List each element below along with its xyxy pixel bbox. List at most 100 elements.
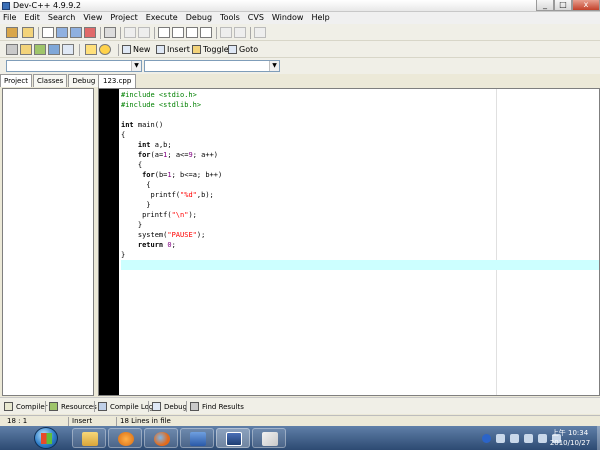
toggle-button[interactable]: Toggle — [192, 43, 229, 56]
find-icon[interactable] — [158, 27, 170, 38]
taskbar-firefox[interactable] — [144, 428, 178, 448]
menu-window[interactable]: Window — [272, 12, 304, 24]
system-clock[interactable]: 上午 10:34 2010/10/27 — [544, 428, 596, 448]
tab-resources[interactable]: Resources — [49, 400, 97, 413]
code-line[interactable]: #include <stdlib.h> — [121, 100, 599, 110]
menu-edit[interactable]: Edit — [24, 12, 40, 24]
tab-compile-log[interactable]: Compile Log — [98, 400, 153, 413]
paint-icon — [262, 432, 278, 446]
save-all-icon[interactable] — [70, 27, 82, 38]
save-icon[interactable] — [56, 27, 68, 38]
display-tray-icon[interactable] — [524, 433, 533, 443]
add-file-icon[interactable] — [34, 44, 46, 55]
status-bar: 18 : 1 Insert 18 Lines in file — [0, 415, 600, 426]
code-line[interactable]: for(b=1; b<=a; b++) — [121, 170, 599, 180]
code-line[interactable]: return 0; — [121, 240, 599, 250]
tab-file-123cpp[interactable]: 123.cpp — [98, 74, 137, 88]
tab-separator — [148, 401, 149, 412]
new-button[interactable]: New — [122, 43, 150, 56]
tab-compiler[interactable]: Compiler — [4, 400, 48, 413]
chevron-down-icon[interactable]: ▼ — [269, 61, 279, 71]
taskbar-explorer[interactable] — [72, 428, 106, 448]
taskbar-paint[interactable] — [252, 428, 286, 448]
chevron-down-icon[interactable]: ▼ — [131, 61, 141, 71]
code-line[interactable]: int a,b; — [121, 140, 599, 150]
code-line[interactable]: { — [121, 180, 599, 190]
open-file-icon[interactable] — [22, 27, 34, 38]
indent-icon[interactable] — [220, 27, 232, 38]
goto-button[interactable]: Goto — [228, 43, 258, 56]
code-line[interactable]: } — [121, 250, 599, 260]
tab-resources-label: Resources — [61, 402, 97, 411]
toolbar-separator — [79, 44, 80, 56]
menu-project[interactable]: Project — [110, 12, 137, 24]
class-combo[interactable]: ▼ — [6, 60, 142, 72]
flag-tray-icon[interactable] — [510, 433, 519, 443]
code-editor[interactable]: #include <stdio.h> #include <stdlib.h> int… — [98, 88, 600, 396]
menu-debug[interactable]: Debug — [186, 12, 212, 24]
compile-icon[interactable] — [254, 27, 266, 38]
tab-find-results[interactable]: Find Results — [190, 400, 244, 413]
find-next-icon[interactable] — [186, 27, 198, 38]
taskbar-media-player[interactable] — [108, 428, 142, 448]
class-browser-icon[interactable] — [20, 44, 32, 55]
replace-icon[interactable] — [172, 27, 184, 38]
check-icon[interactable] — [62, 44, 74, 55]
tab-debug-label: Debug — [164, 402, 188, 411]
new-file-icon[interactable] — [42, 27, 54, 38]
code-line[interactable]: } — [121, 220, 599, 230]
unindent-icon[interactable] — [234, 27, 246, 38]
taskbar-network-tool[interactable] — [180, 428, 214, 448]
menu-search[interactable]: Search — [48, 12, 75, 24]
maximize-button[interactable]: □ — [554, 0, 572, 11]
open-project-icon[interactable] — [6, 27, 18, 38]
redo-icon[interactable] — [138, 27, 150, 38]
code-line[interactable] — [121, 260, 599, 270]
tab-debug[interactable]: Debug — [68, 74, 100, 87]
menu-file[interactable]: File — [3, 12, 16, 24]
code-line[interactable]: } — [121, 200, 599, 210]
goto-line-icon[interactable] — [200, 27, 212, 38]
close-file-icon[interactable] — [84, 27, 96, 38]
tab-debug-output[interactable]: Debug — [152, 400, 187, 413]
windows-logo-icon — [41, 433, 52, 444]
menu-execute[interactable]: Execute — [146, 12, 178, 24]
code-line[interactable]: system("PAUSE"); — [121, 230, 599, 240]
menu-cvs[interactable]: CVS — [248, 12, 264, 24]
about-icon[interactable] — [99, 44, 111, 55]
code-line[interactable] — [121, 110, 599, 120]
insert-button[interactable]: Insert — [156, 43, 190, 56]
toggle-label: Toggle — [203, 45, 229, 54]
member-combo[interactable]: ▼ — [144, 60, 280, 72]
toggle-bookmark-icon — [192, 45, 201, 54]
show-hidden-icon[interactable] — [496, 433, 505, 443]
tab-separator — [94, 401, 95, 412]
find-results-icon — [190, 402, 199, 411]
left-panel-tabs: Project Classes Debug — [0, 74, 100, 88]
code-line[interactable]: int main() — [121, 120, 599, 130]
start-button[interactable] — [34, 427, 58, 449]
project-tree-panel[interactable] — [2, 88, 94, 396]
project-icon[interactable] — [6, 44, 18, 55]
taskbar-devcpp[interactable] — [216, 428, 250, 448]
remove-file-icon[interactable] — [48, 44, 60, 55]
code-line[interactable]: for(a=1; a<=9; a++) — [121, 150, 599, 160]
code-line[interactable]: { — [121, 130, 599, 140]
minimize-button[interactable]: _ — [536, 0, 554, 11]
close-button[interactable]: x — [572, 0, 600, 11]
menu-view[interactable]: View — [83, 12, 102, 24]
code-line[interactable]: { — [121, 160, 599, 170]
tab-classes[interactable]: Classes — [32, 74, 68, 87]
tab-project[interactable]: Project — [0, 74, 32, 87]
menu-help[interactable]: Help — [311, 12, 329, 24]
help-tray-icon[interactable] — [482, 433, 491, 443]
code-line[interactable]: #include <stdio.h> — [121, 90, 599, 100]
print-icon[interactable] — [104, 27, 116, 38]
class-combo-row: ▼ ▼ — [0, 58, 600, 74]
code-line[interactable]: printf("\n"); — [121, 210, 599, 220]
help-icon[interactable] — [85, 44, 97, 55]
menu-tools[interactable]: Tools — [220, 12, 240, 24]
code-line[interactable]: printf("%d",b); — [121, 190, 599, 200]
tab-compiler-label: Compiler — [16, 402, 48, 411]
undo-icon[interactable] — [124, 27, 136, 38]
